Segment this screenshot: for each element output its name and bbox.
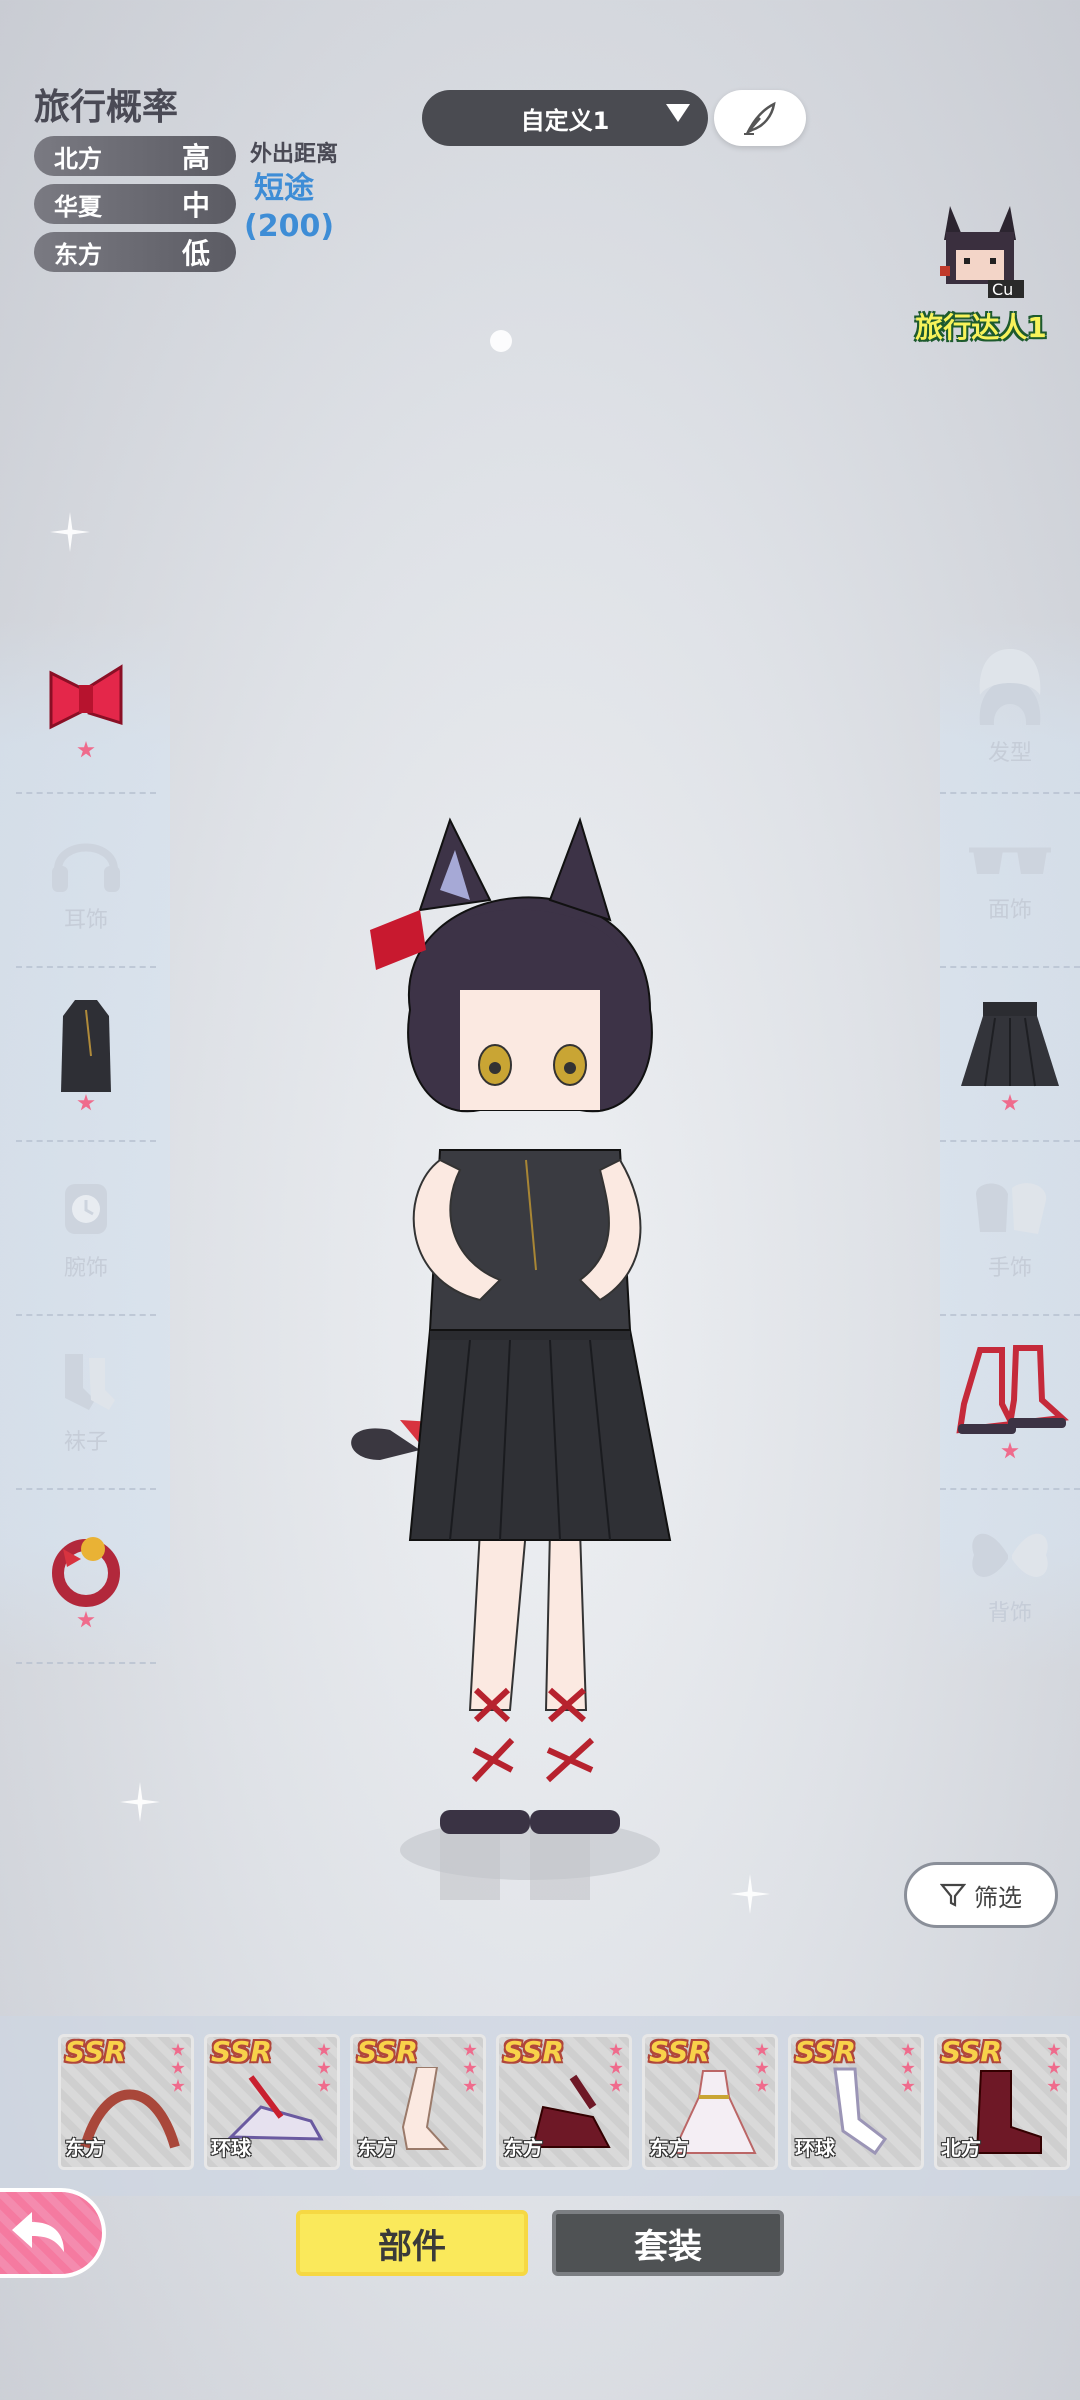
funnel-icon	[940, 1883, 966, 1907]
achievement-label: 旅行达人1	[915, 311, 1047, 344]
rename-preset-button[interactable]	[714, 90, 806, 146]
region-name: 东方	[54, 240, 102, 269]
item-card[interactable]: SSR 东方	[496, 2034, 632, 2170]
watch-icon	[65, 1184, 107, 1234]
category-label: 腕饰	[63, 1256, 108, 1281]
rarity-badge: SSR	[357, 2035, 418, 2068]
category-label: 面饰	[987, 898, 1032, 923]
region-east: 东方 低	[34, 232, 236, 272]
item-card[interactable]: SSR 环球	[204, 2034, 340, 2170]
item-card[interactable]: SSR 东方	[642, 2034, 778, 2170]
item-region: 东方	[503, 2136, 543, 2160]
region-huaxia: 华夏 中	[34, 184, 236, 224]
item-region: 环球	[211, 2136, 251, 2160]
rarity-badge: SSR	[795, 2035, 856, 2068]
filter-label: 筛选	[974, 1883, 1022, 1912]
left-category-column: 耳饰 腕饰 袜子	[0, 620, 170, 1670]
headphones-icon	[52, 843, 120, 892]
gloves-icon	[976, 1183, 1047, 1234]
category-top[interactable]	[16, 968, 156, 1142]
rarity-badge: SSR	[211, 2035, 272, 2068]
category-hand[interactable]: 手饰	[940, 1142, 1080, 1316]
sandals-icon	[956, 1345, 1069, 1434]
category-label: 耳饰	[63, 908, 108, 933]
region-north: 北方 高	[34, 136, 236, 176]
svg-text:Cu: Cu	[992, 280, 1013, 299]
equipped-star-icon	[1001, 1094, 1019, 1111]
glasses-icon	[969, 847, 1051, 874]
travel-distance-label: 外出距离	[250, 142, 339, 167]
category-label: 袜子	[63, 1430, 108, 1455]
distance-number: (200)	[244, 209, 335, 244]
equipped-star-icon	[77, 1611, 95, 1628]
item-region: 北方	[941, 2136, 981, 2160]
travel-probability-title: 旅行概率	[34, 87, 179, 128]
preset-dropdown[interactable]: 自定义1	[422, 90, 708, 146]
category-headwear[interactable]	[16, 620, 156, 794]
rarity-badge: SSR	[649, 2035, 710, 2068]
back-button[interactable]	[0, 2188, 106, 2278]
region-name: 华夏	[54, 192, 102, 221]
quill-icon	[744, 101, 776, 135]
preset-label: 自定义1	[520, 106, 610, 135]
category-back[interactable]: 背饰	[940, 1490, 1080, 1662]
travel-distance-value: 短途 (200)	[244, 170, 335, 246]
bow-icon	[49, 664, 123, 730]
item-region: 东方	[649, 2136, 689, 2160]
tail-ribbon-icon	[52, 1537, 120, 1607]
category-wrist[interactable]: 腕饰	[16, 1142, 156, 1316]
region-level: 低	[181, 237, 210, 270]
rarity-badge: SSR	[65, 2035, 126, 2068]
rarity-badge: SSR	[941, 2035, 1002, 2068]
tab-outfit[interactable]: 套装	[552, 2210, 784, 2276]
right-category-column: 发型 面饰 手饰 背饰	[940, 620, 1080, 1670]
hair-icon	[979, 649, 1041, 725]
sparkle-decoration	[120, 1782, 160, 1822]
achievement-avatar-icon[interactable]: Cu	[928, 196, 1032, 300]
socks-icon	[65, 1354, 115, 1410]
distance-type: 短途	[254, 171, 314, 206]
region-level: 中	[181, 189, 210, 222]
category-label: 手饰	[987, 1256, 1032, 1281]
back-arrow-icon	[12, 2212, 64, 2252]
rarity-badge: SSR	[503, 2035, 564, 2068]
region-level: 高	[181, 141, 210, 174]
item-card[interactable]: SSR 东方	[350, 2034, 486, 2170]
skirt-icon	[961, 1002, 1059, 1087]
category-label: 发型	[987, 741, 1032, 766]
category-label: 背饰	[987, 1601, 1032, 1626]
category-tail[interactable]	[16, 1490, 156, 1664]
region-name: 北方	[54, 144, 102, 173]
category-shoes[interactable]	[940, 1316, 1080, 1490]
sparkle-decoration	[50, 512, 90, 552]
category-bottom[interactable]	[940, 968, 1080, 1142]
category-face[interactable]: 面饰	[940, 794, 1080, 968]
item-card[interactable]: SSR 环球	[788, 2034, 924, 2170]
item-card[interactable]: SSR 北方	[934, 2034, 1070, 2170]
item-region: 东方	[65, 2136, 105, 2160]
category-earrings[interactable]: 耳饰	[16, 794, 156, 968]
light-dot	[490, 330, 512, 352]
category-socks[interactable]: 袜子	[16, 1316, 156, 1490]
equipped-star-icon	[77, 741, 95, 758]
character-model[interactable]	[330, 810, 730, 1900]
sparkle-decoration	[730, 1874, 770, 1914]
tab-parts[interactable]: 部件	[296, 2210, 528, 2276]
equipped-star-icon	[1001, 1442, 1019, 1459]
wings-icon	[972, 1533, 1048, 1577]
category-hairstyle[interactable]: 发型	[940, 620, 1080, 794]
item-region: 东方	[357, 2136, 397, 2160]
equipped-star-icon	[77, 1094, 95, 1111]
black-top-icon	[61, 1000, 111, 1092]
caret-down-icon	[666, 104, 690, 122]
filter-button[interactable]: 筛选	[904, 1862, 1058, 1928]
item-card[interactable]: SSR 东方	[58, 2034, 194, 2170]
item-region: 环球	[795, 2136, 835, 2160]
